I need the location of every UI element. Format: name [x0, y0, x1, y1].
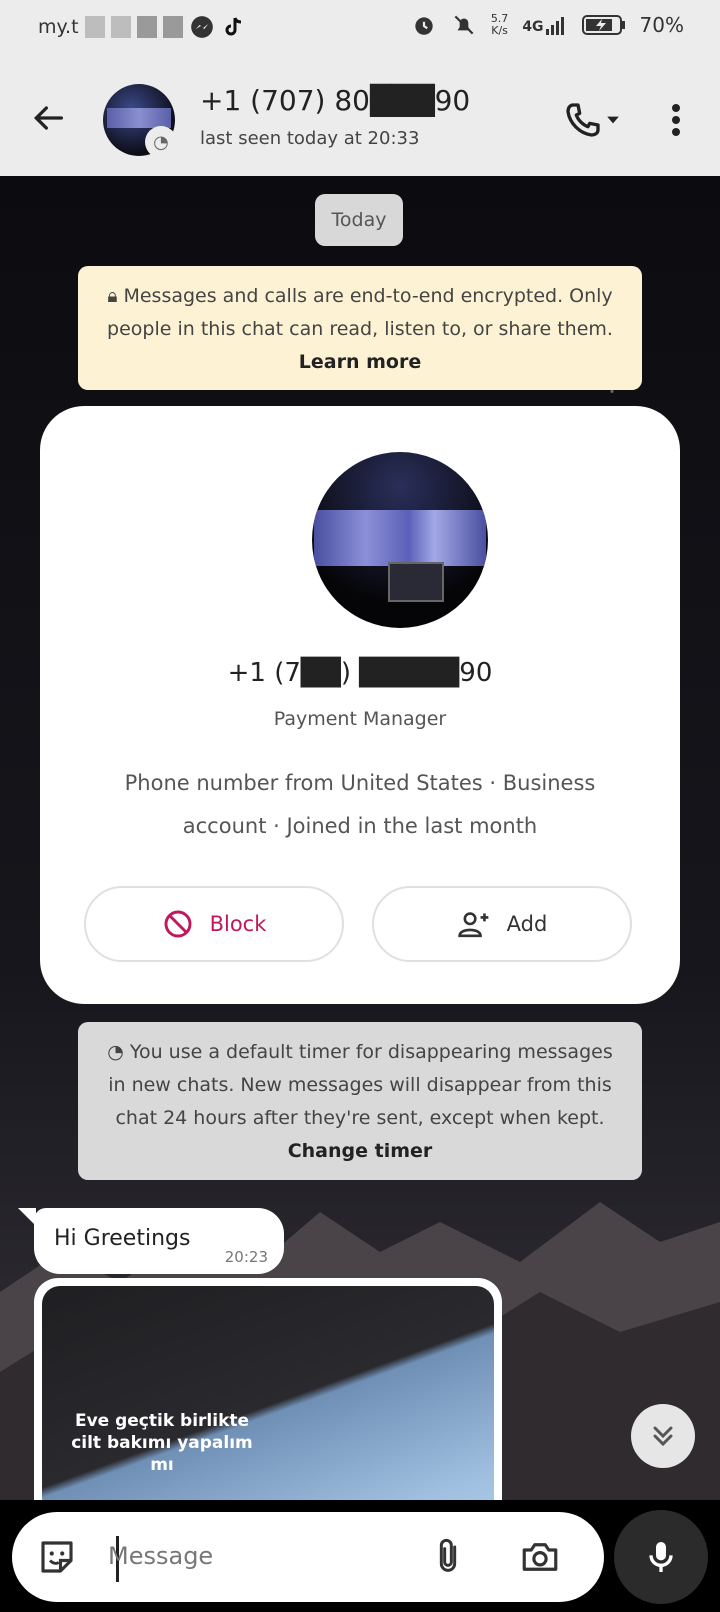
signal-bars-icon — [545, 17, 564, 35]
mute-bell-icon — [454, 15, 474, 35]
speed-unit: K/s — [491, 24, 508, 37]
change-timer-link[interactable]: Change timer — [288, 1140, 433, 1162]
photo-detail-laptop — [388, 562, 444, 602]
contact-name[interactable]: +1 (707) 80███90 — [200, 84, 470, 117]
more-options-button[interactable] — [656, 96, 696, 144]
chat-screen: my.t 5.7 K/s 4G 70% ◔ +1 (707) 80███90 l… — [0, 0, 720, 1612]
status-left: my.t — [38, 14, 245, 40]
card-meta-line: account · Joined in the last month — [182, 814, 538, 838]
card-role: Payment Manager — [273, 708, 447, 730]
pixelated-redaction — [110, 16, 131, 38]
pixelated-redaction — [84, 16, 105, 38]
vertical-dots-icon — [672, 104, 680, 136]
pixelated-redaction — [162, 16, 183, 38]
learn-more-link[interactable]: Learn more — [299, 351, 421, 373]
pixelated-redaction — [136, 16, 157, 38]
alarm-icon — [415, 17, 433, 35]
battery-percent: 70% — [639, 13, 684, 37]
add-contact-button[interactable]: Add — [372, 886, 632, 962]
media-caption: Eve geçtik birlikte cilt bakımı yapalım … — [71, 1411, 253, 1475]
status-right: 5.7 K/s 4G 70% — [411, 12, 684, 38]
block-button[interactable]: Block — [84, 886, 344, 962]
caret-down-icon — [607, 116, 619, 124]
card-meta-line: Phone number from United States · Busine… — [124, 771, 596, 795]
card-phone-number: +1 (7██) █████90 — [227, 658, 493, 688]
sticker-icon[interactable] — [36, 1536, 78, 1578]
card-meta: Phone number from United States · Busine… — [100, 762, 620, 848]
last-seen: last seen today at 20:33 — [200, 128, 420, 149]
block-label: Block — [209, 912, 267, 936]
contact-info-card: +1 (7██) █████90 Payment Manager Phone n… — [40, 406, 680, 1004]
scroll-to-bottom-button[interactable] — [631, 1404, 695, 1468]
encryption-notice[interactable]: 🔒︎ Messages and calls are end-to-end enc… — [78, 266, 642, 390]
disappearing-timer-badge-icon: ◔ — [145, 126, 177, 158]
network-type: 4G — [522, 19, 544, 35]
block-icon — [164, 910, 192, 938]
battery-icon — [581, 15, 625, 35]
encryption-text: Messages and calls are end-to-end encryp… — [107, 285, 613, 340]
timer-icon: ◔ — [107, 1041, 130, 1063]
date-chip: Today — [315, 194, 403, 246]
call-button[interactable] — [548, 96, 638, 144]
arrow-left-icon — [33, 106, 63, 130]
photo-detail-monitor — [314, 510, 486, 566]
back-button[interactable] — [28, 98, 68, 138]
microphone-icon — [649, 1542, 673, 1572]
network-speed: 5.7 K/s — [491, 13, 509, 37]
camera-icon[interactable] — [518, 1536, 562, 1578]
double-chevron-down-icon — [653, 1426, 673, 1447]
voice-message-button[interactable] — [614, 1510, 708, 1604]
signal-indicator: 4G — [522, 15, 567, 35]
attachment-icon[interactable] — [428, 1534, 468, 1580]
message-time: 20:23 — [224, 1248, 268, 1266]
carrier-text: my.t — [38, 16, 79, 38]
add-label: Add — [506, 912, 548, 936]
contact-profile-photo[interactable] — [312, 452, 488, 628]
lock-icon: 🔒︎ — [107, 285, 124, 307]
status-bar: my.t 5.7 K/s 4G 70% — [0, 0, 720, 56]
disappearing-messages-notice[interactable]: ◔ You use a default timer for disappeari… — [78, 1022, 642, 1180]
message-text: Hi Greetings — [54, 1226, 191, 1251]
avatar-image-detail — [107, 108, 171, 128]
add-person-icon — [457, 912, 489, 938]
phone-icon — [566, 103, 600, 137]
timer-text: You use a default timer for disappearing… — [108, 1041, 613, 1129]
message-input[interactable]: Message — [12, 1512, 604, 1602]
incoming-message[interactable]: Hi Greetings 20:23 — [34, 1208, 284, 1274]
tiktok-icon — [225, 17, 241, 36]
messenger-icon — [190, 16, 213, 38]
message-placeholder: Message — [108, 1542, 214, 1570]
